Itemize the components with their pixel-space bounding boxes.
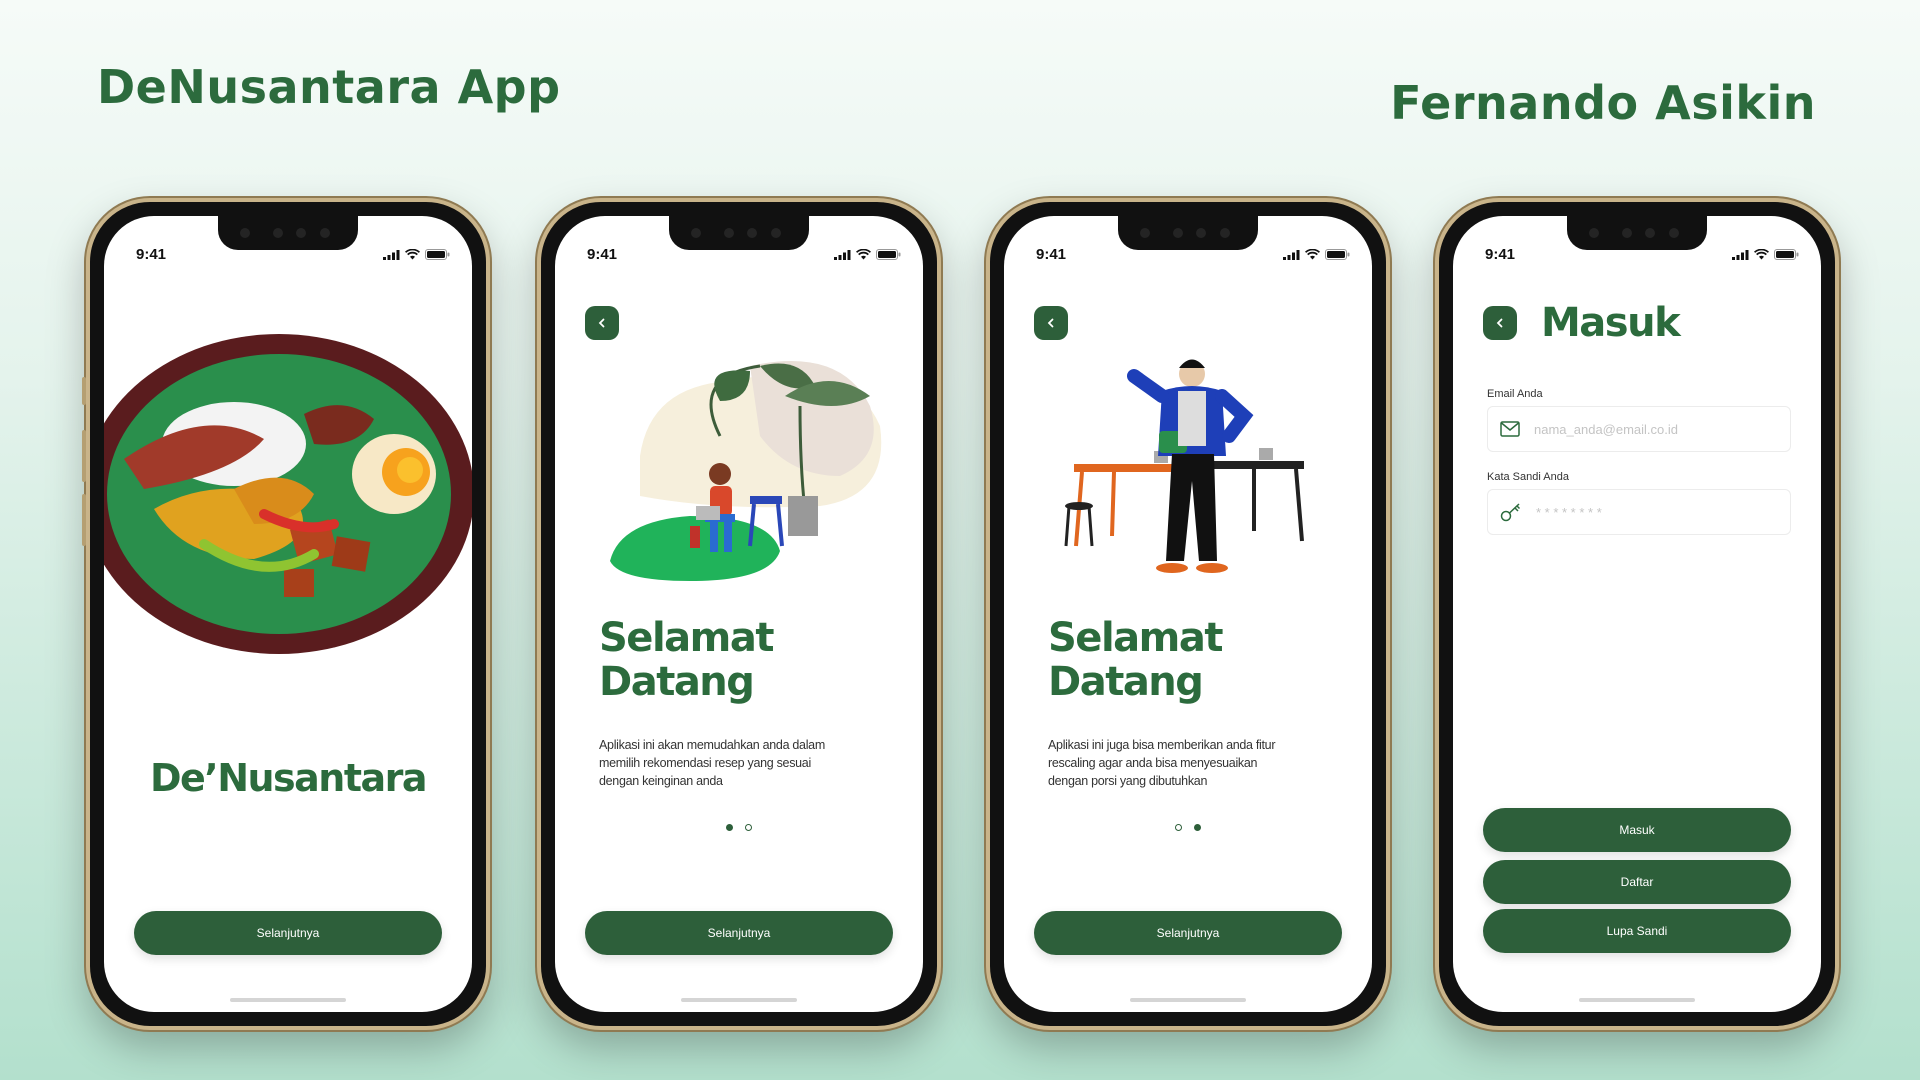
author-name: Fernando Asikin (1390, 76, 1816, 130)
back-button[interactable] (1034, 306, 1068, 340)
email-input[interactable] (1532, 420, 1736, 438)
app-title: DeNusantara App (97, 60, 561, 114)
wifi-icon (405, 249, 420, 260)
notch (1567, 216, 1707, 250)
login-button[interactable]: Masuk (1483, 808, 1791, 852)
phone-onboarding-2: 9:41 Selamat Datang Aplikasi ini juga bi… (986, 198, 1390, 1030)
next-button[interactable]: Selanjutnya (134, 911, 442, 955)
welcome-title-line2: Datang (599, 659, 755, 705)
signal-icon (383, 249, 400, 260)
register-button[interactable]: Daftar (1483, 860, 1791, 904)
phone-splash: 9:41 De’Nusantara Selanjutnya (82, 198, 490, 1030)
home-indicator (1579, 998, 1695, 1002)
password-field[interactable] (1487, 489, 1791, 535)
next-button[interactable]: Selanjutnya (1034, 911, 1342, 955)
splash-screen: 9:41 De’Nusantara Selanjutnya (104, 216, 472, 1012)
brand-name: De’Nusantara (149, 756, 428, 800)
phone-login: 9:41 Masuk Email Anda Kata Sandi Anda Ma… (1435, 198, 1839, 1030)
mail-icon (1500, 421, 1520, 437)
login-screen: 9:41 Masuk Email Anda Kata Sandi Anda Ma… (1453, 216, 1821, 1012)
wifi-icon (1305, 249, 1320, 260)
welcome-title-line1: Selamat (599, 615, 774, 661)
welcome-title-line1: Selamat (1048, 615, 1223, 661)
signal-icon (1732, 249, 1749, 260)
battery-icon (1325, 249, 1350, 260)
battery-icon (1774, 249, 1799, 260)
back-arrow-icon (598, 318, 605, 328)
email-field[interactable] (1487, 406, 1791, 452)
man-standing-illustration (1064, 359, 1304, 573)
page-dot-2[interactable] (1194, 824, 1201, 831)
page-dot-1[interactable] (1175, 824, 1182, 831)
onboarding-screen-2: 9:41 Selamat Datang Aplikasi ini juga bi… (1004, 216, 1372, 1012)
signal-icon (1283, 249, 1300, 260)
welcome-title-line2: Datang (1048, 659, 1204, 705)
status-time: 9:41 (136, 246, 167, 263)
home-indicator (1130, 998, 1246, 1002)
status-time: 9:41 (1485, 246, 1516, 263)
onboarding-description: Aplikasi ini juga bisa memberikan anda f… (1048, 738, 1276, 788)
wifi-icon (856, 249, 871, 260)
forgot-password-button[interactable]: Lupa Sandi (1483, 909, 1791, 953)
onboarding-description: Aplikasi ini akan memudahkan anda dalam … (599, 738, 825, 788)
battery-icon (876, 249, 901, 260)
nasi-food-illustration (104, 334, 472, 654)
home-indicator (230, 998, 346, 1002)
status-time: 9:41 (587, 246, 618, 263)
phone-onboarding-1: 9:41 Selamat Datang Aplikasi ini akan me… (537, 198, 941, 1030)
password-input[interactable] (1534, 503, 1738, 521)
next-button[interactable]: Selanjutnya (585, 911, 893, 955)
onboarding-screen-1: 9:41 Selamat Datang Aplikasi ini akan me… (555, 216, 923, 1012)
key-icon (1500, 503, 1521, 522)
login-title: Masuk (1541, 300, 1681, 346)
back-arrow-icon (1047, 318, 1054, 328)
notch (218, 216, 358, 250)
notch (1118, 216, 1258, 250)
page-indicator (555, 824, 923, 831)
wifi-icon (1754, 249, 1769, 260)
back-button[interactable] (1483, 306, 1517, 340)
back-arrow-icon (1496, 318, 1503, 328)
battery-icon (425, 249, 450, 260)
page-dot-2[interactable] (745, 824, 752, 831)
woman-working-illustration (610, 361, 882, 581)
notch (669, 216, 809, 250)
page-dot-1[interactable] (726, 824, 733, 831)
email-label: Email Anda (1487, 388, 1543, 400)
back-button[interactable] (585, 306, 619, 340)
home-indicator (681, 998, 797, 1002)
page-indicator (1004, 824, 1372, 831)
status-time: 9:41 (1036, 246, 1067, 263)
password-label: Kata Sandi Anda (1487, 471, 1569, 483)
signal-icon (834, 249, 851, 260)
